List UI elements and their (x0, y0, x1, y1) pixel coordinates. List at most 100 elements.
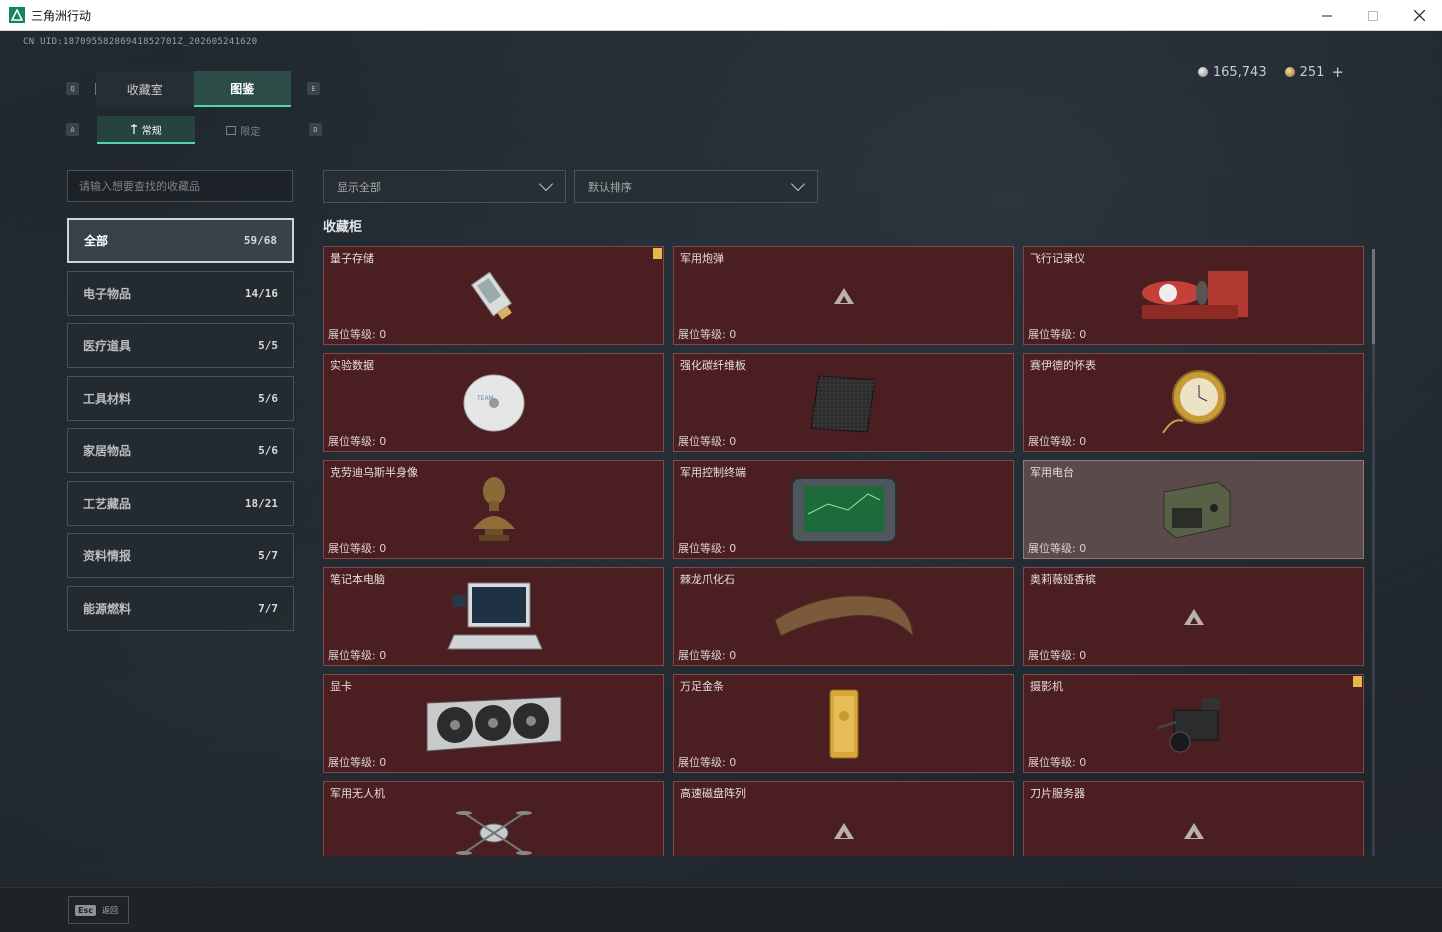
subtab-regular-label: 常规 (141, 125, 162, 137)
search-input[interactable]: 请输入想要查找的收藏品 (67, 170, 293, 202)
sub-tabs: 常规 限定 (97, 116, 292, 144)
chevron-down-icon (538, 176, 554, 192)
category-household[interactable]: 家居物品 5/6 (67, 428, 294, 473)
carbon-plate-icon (809, 372, 879, 434)
maximize-button[interactable] (1350, 0, 1396, 31)
item-display-level: 展位等级: 0 (328, 433, 386, 449)
item-name: 高速磁盘阵列 (680, 787, 746, 800)
category-count: 18/21 (244, 496, 278, 510)
usb-drive-icon (464, 266, 524, 326)
back-button[interactable]: Esc 返回 (68, 896, 129, 924)
category-energy[interactable]: 能源燃料 7/7 (67, 585, 294, 631)
display-level-value: 0 (729, 328, 737, 341)
alert-badge-icon (653, 248, 662, 259)
display-level-label: 展位等级: (678, 649, 730, 662)
add-currency-button[interactable]: + (1331, 63, 1344, 81)
category-label: 工艺藏品 (83, 496, 132, 511)
category-electronics[interactable]: 电子物品 14/16 (67, 270, 294, 316)
item-name: 摄影机 (1030, 680, 1063, 693)
sort-dropdown[interactable]: 默认排序 (574, 170, 818, 203)
item-display-level: 展位等级: 0 (328, 754, 386, 770)
display-level-label: 展位等级: (328, 756, 380, 769)
bust-icon (469, 473, 519, 547)
category-label: 全部 (84, 234, 109, 248)
display-level-label: 展位等级: (1028, 328, 1080, 341)
minimize-button[interactable] (1304, 0, 1350, 31)
category-tools[interactable]: 工具材料 5/6 (67, 375, 294, 421)
gold-amount: 251 (1299, 64, 1325, 80)
item-name: 显卡 (330, 680, 352, 693)
collection-item-card[interactable]: 量子存储 展位等级: 0 (323, 246, 664, 345)
scrollbar-thumb[interactable] (1372, 249, 1375, 344)
display-level-label: 展位等级: (328, 328, 380, 341)
graphics-card-icon (421, 693, 567, 755)
section-title: 收藏柜 (323, 220, 363, 235)
collection-item-card[interactable]: 万足金条 展位等级: 0 (673, 674, 1014, 773)
item-display-level: 展位等级: 0 (1028, 647, 1086, 663)
silver-currency: 165,743 (1197, 64, 1267, 80)
silver-amount: 165,743 (1212, 64, 1267, 80)
subtab-regular[interactable]: 常规 (97, 116, 195, 144)
collection-item-card[interactable]: 显卡展位等级: 0 (323, 674, 664, 773)
category-count: 5/7 (258, 549, 278, 562)
display-level-value: 0 (729, 649, 737, 662)
display-level-label: 展位等级: (1028, 756, 1080, 769)
collection-item-card[interactable]: 克劳迪乌斯半身像 展位等级: 0 (323, 460, 664, 559)
item-display-level: 展位等级: 0 (678, 647, 736, 663)
locked-icon (833, 822, 854, 839)
item-name: 克劳迪乌斯半身像 (330, 466, 418, 479)
category-count: 5/5 (258, 339, 278, 352)
title-bar: 三角洲行动 (0, 0, 1442, 31)
item-grid-scroll[interactable]: 量子存储 展位等级: 0 军用炮弹 展位等级: 0 飞行记录仪 展位等级: 0 实验数据 TE… (323, 246, 1369, 856)
pocket-watch-icon (1159, 363, 1229, 443)
collection-item-card[interactable]: 军用电台展位等级: 0 (1023, 460, 1364, 559)
esc-key: Esc (75, 904, 96, 916)
item-name: 军用电台 (1030, 466, 1074, 479)
close-button[interactable] (1396, 0, 1442, 31)
maximize-icon (1368, 10, 1378, 21)
category-crafts[interactable]: 工艺藏品 18/21 (67, 480, 294, 526)
locked-icon (833, 287, 854, 304)
collection-item-card[interactable]: 军用炮弹 展位等级: 0 (673, 246, 1014, 345)
laptop-icon (446, 577, 542, 657)
gold-bar-icon (826, 688, 862, 760)
item-display-level: 展位等级: 0 (678, 326, 736, 342)
collection-item-card[interactable]: 飞行记录仪 展位等级: 0 (1023, 246, 1364, 345)
filter-dropdown[interactable]: 显示全部 (323, 170, 566, 203)
collection-item-card[interactable]: 强化碳纤维板 展位等级: 0 (673, 353, 1014, 452)
collection-item-card[interactable]: 笔记本电脑 展位等级: 0 (323, 567, 664, 666)
image-icon (226, 125, 237, 135)
tab-collection-room[interactable]: 收藏室 (96, 71, 194, 107)
collection-item-card[interactable]: 军用无人机 (323, 781, 664, 856)
collection-item-card[interactable]: 实验数据 TEAM 展位等级: 0 (323, 353, 664, 452)
collection-item-card[interactable]: 奥莉薇娅香槟 展位等级: 0 (1023, 567, 1364, 666)
drone-icon (454, 801, 534, 857)
collection-item-card[interactable]: 军用控制终端 展位等级: 0 (673, 460, 1014, 559)
claw-fossil-icon (771, 590, 917, 644)
collection-item-card[interactable]: 刀片服务器 (1023, 781, 1364, 856)
category-intel[interactable]: 资料情报 5/7 (67, 533, 294, 578)
app-area: CN UID:18709558286941852701Z_20260524162… (0, 31, 1442, 887)
item-name: 奥莉薇娅香槟 (1030, 573, 1096, 586)
item-display-level: 展位等级: 0 (1028, 754, 1086, 770)
subtab-limited[interactable]: 限定 (195, 116, 293, 144)
item-name: 军用无人机 (330, 787, 385, 800)
item-display-level: 展位等级: 0 (328, 647, 386, 663)
key-hint-q: Q (66, 82, 79, 95)
display-level-value: 0 (729, 435, 737, 448)
collection-item-card[interactable]: 摄影机展位等级: 0 (1023, 674, 1364, 773)
display-level-value: 0 (729, 756, 737, 769)
item-display-level: 展位等级: 0 (1028, 540, 1086, 556)
category-all[interactable]: 全部 59/68 (67, 218, 294, 263)
display-level-value: 0 (379, 435, 387, 448)
locked-icon (1183, 608, 1204, 625)
collection-item-card[interactable]: 棘龙爪化石 展位等级: 0 (673, 567, 1014, 666)
category-medical[interactable]: 医疗道具 5/5 (67, 323, 294, 368)
tab-codex[interactable]: 图鉴 (193, 71, 291, 107)
item-grid: 量子存储 展位等级: 0 军用炮弹 展位等级: 0 飞行记录仪 展位等级: 0 实验数据 TE… (323, 246, 1369, 856)
display-level-value: 0 (1079, 542, 1087, 555)
collection-item-card[interactable]: 赛伊德的怀表 展位等级: 0 (1023, 353, 1364, 452)
collection-item-card[interactable]: 高速磁盘阵列 (673, 781, 1014, 856)
window-title: 三角洲行动 (31, 8, 92, 23)
item-display-level: 展位等级: 0 (328, 326, 386, 342)
